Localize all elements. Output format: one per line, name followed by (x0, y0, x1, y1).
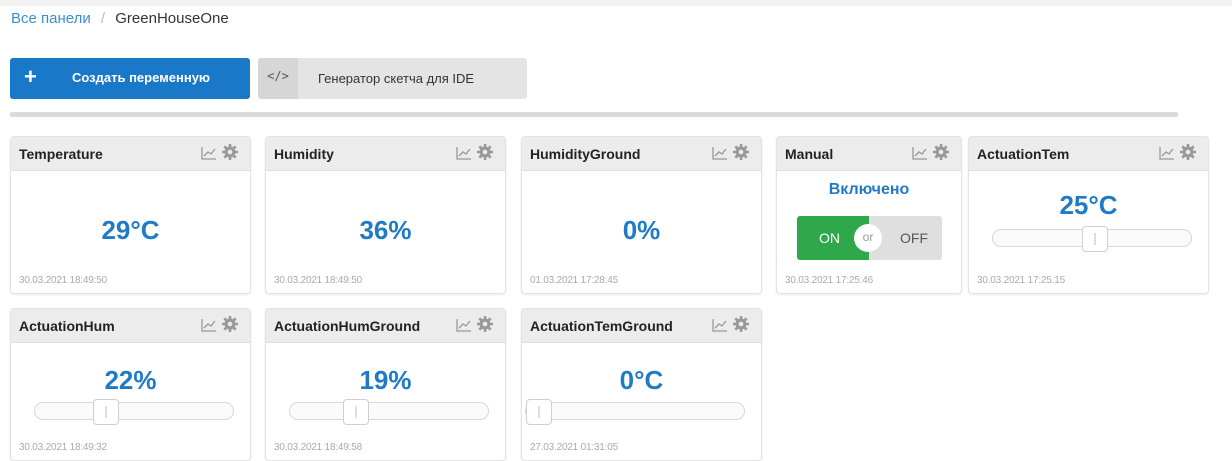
switch-or-label: or (854, 224, 882, 252)
manual-toggle-switch[interactable]: ON OFF or (797, 216, 942, 260)
card-header: ActuationHumGround (266, 309, 505, 343)
card-value: 22% (104, 365, 157, 395)
sketch-generator-label: Генератор скетча для IDE (318, 71, 475, 86)
card-title: ActuationHum (19, 318, 115, 334)
card-title: Temperature (19, 146, 103, 162)
widget-card-manual: Manual Включено ON OFF or 30.03.2021 17:… (776, 136, 962, 294)
gear-icon[interactable] (476, 143, 494, 161)
widget-card-actuation-hum: ActuationHum 22% 30.03.2021 18:49:32 (10, 308, 251, 461)
card-value: 0% (622, 215, 661, 245)
card-title: ActuationHumGround (274, 318, 421, 334)
card-title: ActuationTemGround (530, 318, 673, 334)
chart-icon[interactable] (201, 318, 217, 332)
create-variable-button[interactable]: + Создать переменную (10, 58, 250, 99)
slider-thumb[interactable] (92, 399, 119, 425)
gear-icon[interactable] (732, 143, 750, 161)
gear-icon[interactable] (221, 315, 239, 333)
chart-icon[interactable] (712, 318, 728, 332)
gear-icon[interactable] (476, 315, 494, 333)
widget-card-temperature: Temperature 29°C 30.03.2021 18:49:50 (10, 136, 251, 294)
card-value: 0°C (619, 365, 664, 395)
widget-card-actuation-hum-ground: ActuationHumGround 19% 30.03.2021 18:49:… (265, 308, 506, 461)
slider-thumb[interactable] (342, 399, 369, 425)
switch-on-label: ON (819, 230, 840, 246)
card-timestamp: 27.03.2021 01:31:05 (530, 442, 618, 453)
slider-track[interactable] (289, 399, 489, 425)
card-header: Manual (777, 137, 961, 171)
gear-icon[interactable] (932, 143, 950, 161)
breadcrumb-current: GreenHouseOne (115, 10, 229, 27)
card-header: ActuationTemGround (522, 309, 761, 343)
widget-card-humidity-ground: HumidityGround 0% 01.03.2021 17:28:45 (521, 136, 762, 294)
sketch-generator-button[interactable]: </> Генератор скетча для IDE (258, 58, 527, 99)
card-value: 36% (359, 215, 412, 245)
gear-icon[interactable] (1179, 143, 1197, 161)
widget-card-actuation-tem-ground: ActuationTemGround 0°C 27.03.2021 01:31:… (521, 308, 762, 461)
card-title: Manual (785, 146, 834, 162)
card-value: 25°C (1059, 190, 1118, 220)
card-title: Humidity (274, 146, 334, 162)
card-timestamp: 30.03.2021 18:49:50 (274, 275, 362, 286)
card-header: Temperature (11, 137, 250, 171)
plus-icon: + (24, 64, 37, 89)
chart-icon[interactable] (201, 146, 217, 160)
code-icon: </> (258, 58, 298, 99)
card-title: ActuationTem (977, 146, 1070, 162)
create-variable-label: Создать переменную (72, 70, 211, 85)
breadcrumb: Все панели / GreenHouseOne (11, 10, 229, 27)
slider-track[interactable] (34, 399, 234, 425)
card-timestamp: 30.03.2021 18:49:50 (19, 275, 107, 286)
breadcrumb-link-all-panels[interactable]: Все панели (11, 10, 91, 27)
breadcrumb-separator: / (100, 10, 106, 27)
chart-icon[interactable] (456, 146, 472, 160)
card-header: ActuationTem (969, 137, 1208, 171)
switch-off-label: OFF (900, 230, 928, 246)
card-value: 19% (359, 365, 412, 395)
slider-thumb[interactable] (526, 399, 552, 425)
chart-icon[interactable] (912, 146, 928, 160)
card-title: HumidityGround (530, 146, 641, 162)
slider-track[interactable] (525, 399, 745, 425)
chart-icon[interactable] (712, 146, 728, 160)
card-timestamp: 30.03.2021 18:49:58 (274, 442, 362, 453)
divider (10, 112, 1178, 117)
card-value: 29°C (101, 215, 160, 245)
chart-icon[interactable] (456, 318, 472, 332)
card-timestamp: 30.03.2021 18:49:32 (19, 442, 107, 453)
widget-card-actuation-tem: ActuationTem 25°C 30.03.2021 17:25:15 (968, 136, 1209, 294)
card-timestamp: 30.03.2021 17:25:15 (977, 275, 1065, 286)
card-timestamp: 01.03.2021 17:28:45 (530, 275, 618, 286)
gear-icon[interactable] (221, 143, 239, 161)
card-header: HumidityGround (522, 137, 761, 171)
switch-state-label: Включено (828, 181, 910, 198)
gear-icon[interactable] (732, 315, 750, 333)
card-timestamp: 30.03.2021 17:25:46 (785, 275, 873, 286)
slider-thumb[interactable] (1081, 226, 1108, 252)
slider-track[interactable] (992, 226, 1192, 252)
card-header: ActuationHum (11, 309, 250, 343)
widget-card-humidity: Humidity 36% 30.03.2021 18:49:50 (265, 136, 506, 294)
top-bar (0, 0, 1232, 6)
card-header: Humidity (266, 137, 505, 171)
chart-icon[interactable] (1159, 146, 1175, 160)
